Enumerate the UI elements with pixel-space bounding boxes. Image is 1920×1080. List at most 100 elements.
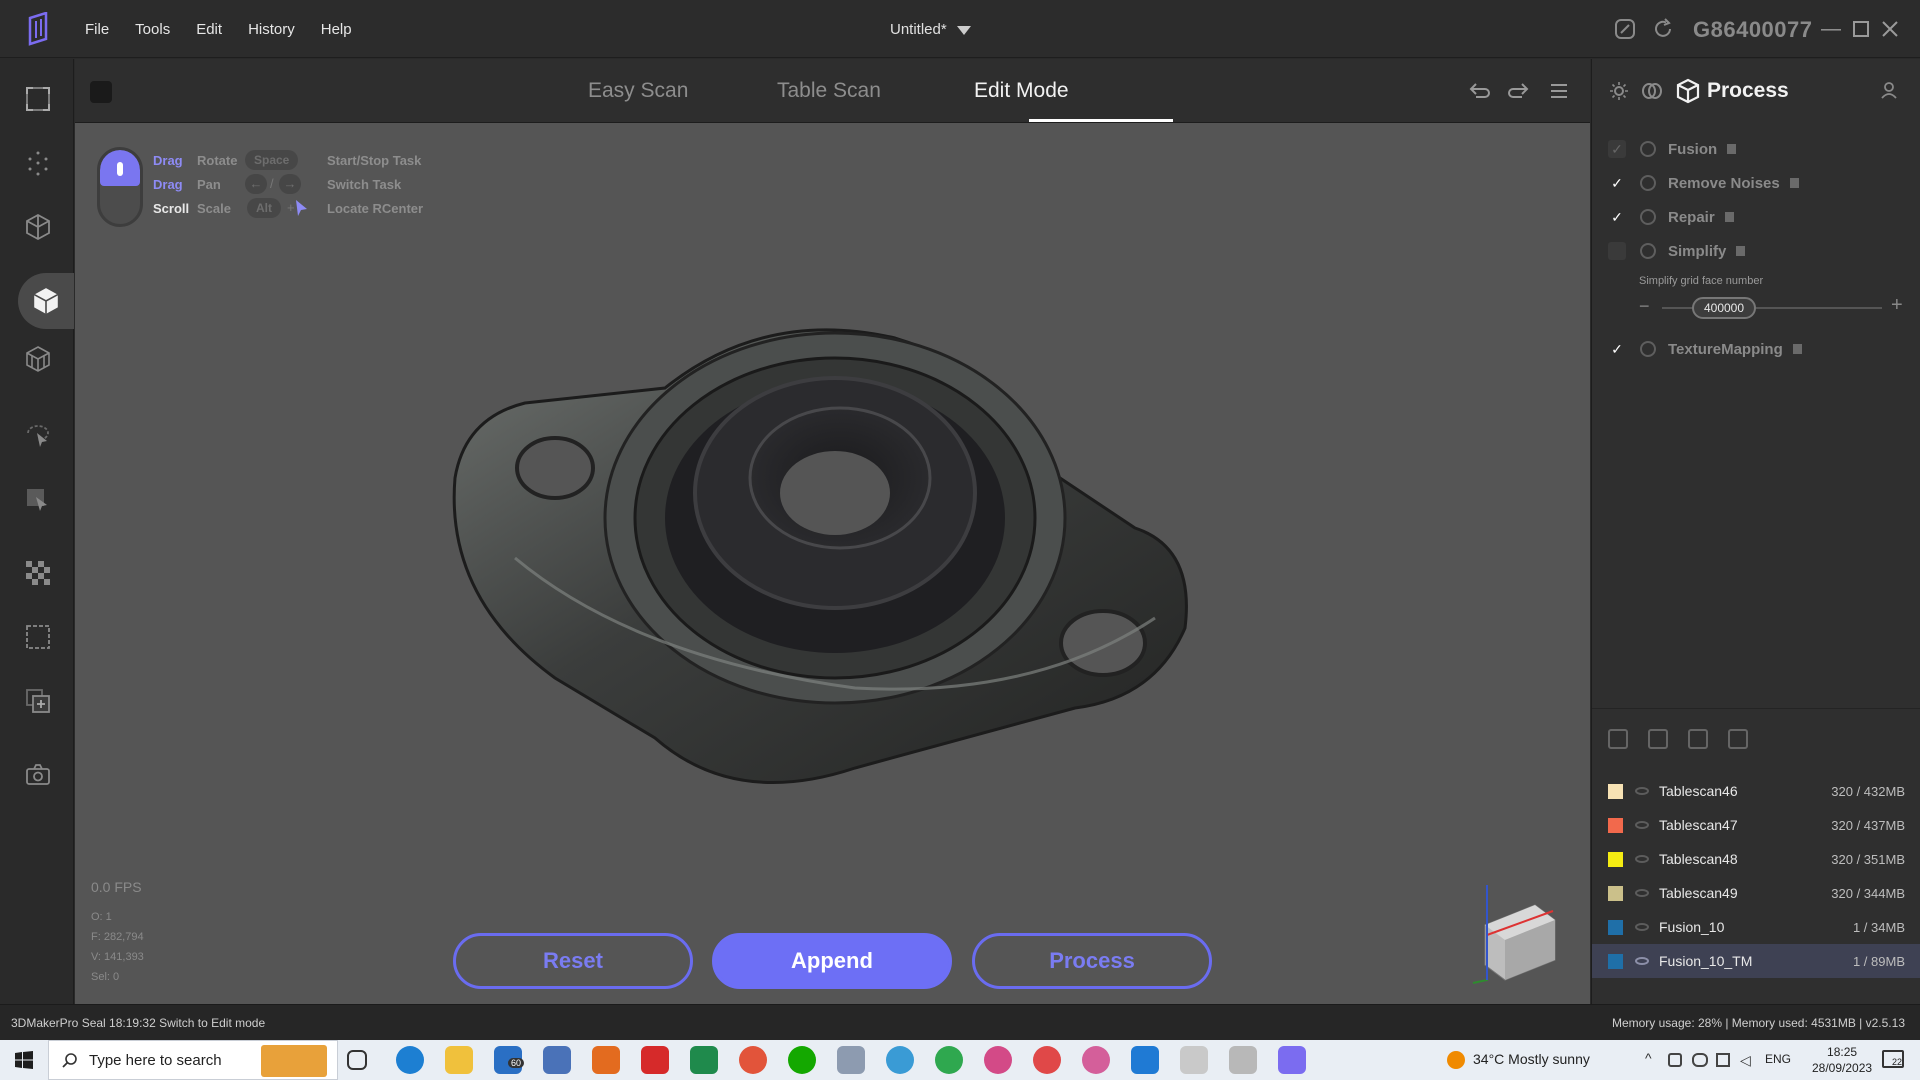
file-explorer-icon[interactable] — [445, 1046, 473, 1074]
mesh-view-button[interactable] — [18, 207, 58, 247]
user-settings-icon[interactable] — [1880, 80, 1902, 100]
option-simplify[interactable]: Simplify — [1608, 239, 1746, 263]
layer-color-swatch[interactable] — [1608, 851, 1623, 867]
menu-edit[interactable]: Edit — [183, 21, 235, 38]
layer-row[interactable]: Tablescan47 320 / 437MB — [1592, 808, 1920, 842]
solidworks-icon[interactable] — [641, 1046, 669, 1074]
menu-file[interactable]: File — [72, 21, 122, 38]
tray-chevron-icon[interactable]: ^ — [1645, 1050, 1652, 1066]
layers-icon[interactable] — [1641, 81, 1663, 101]
link-icon[interactable] — [90, 81, 112, 103]
layer-row[interactable]: Tablescan46 320 / 432MB — [1592, 774, 1920, 808]
office-app-icon[interactable] — [690, 1046, 718, 1074]
paint-icon[interactable] — [1131, 1046, 1159, 1074]
duplicate-icon[interactable] — [1688, 729, 1708, 749]
option-fusion[interactable]: ✓ Fusion — [1608, 137, 1737, 161]
chrome-profile-icon[interactable] — [935, 1046, 963, 1074]
mail-icon[interactable]: 60 — [494, 1046, 525, 1074]
language-indicator[interactable]: ENG — [1765, 1052, 1791, 1066]
layer-color-swatch[interactable] — [1608, 817, 1623, 833]
sun-icon[interactable] — [1609, 81, 1629, 101]
simplify-slider-thumb[interactable]: 400000 — [1692, 297, 1756, 319]
lasso-select-button[interactable] — [18, 415, 58, 455]
visibility-off-icon[interactable] — [1635, 923, 1649, 931]
add-layer-button[interactable] — [18, 681, 58, 721]
visibility-off-icon[interactable] — [1635, 821, 1649, 829]
tray-app-icon[interactable] — [1668, 1053, 1682, 1067]
menu-tools[interactable]: Tools — [122, 21, 183, 38]
upwork-icon[interactable] — [788, 1046, 816, 1074]
option-texture-mapping[interactable]: ✓ TextureMapping — [1608, 337, 1802, 361]
chrome-active-icon[interactable] — [739, 1046, 767, 1074]
chrome-profile-icon[interactable] — [984, 1046, 1012, 1074]
chevron-down-icon[interactable] — [957, 26, 971, 35]
bounding-box-button[interactable] — [18, 617, 58, 657]
matlab-icon[interactable] — [592, 1046, 620, 1074]
layer-color-swatch[interactable] — [1608, 783, 1623, 799]
3dmakerpro-icon[interactable] — [1278, 1046, 1306, 1074]
visibility-off-icon[interactable] — [1635, 855, 1649, 863]
visibility-off-icon[interactable] — [1635, 787, 1649, 795]
info-icon[interactable] — [1792, 344, 1802, 354]
redo-icon[interactable] — [1508, 80, 1530, 102]
device-link-icon[interactable] — [1614, 18, 1636, 40]
layer-row[interactable]: Tablescan48 320 / 351MB — [1592, 842, 1920, 876]
close-icon[interactable] — [1879, 18, 1901, 40]
scanned-model[interactable] — [435, 298, 1255, 798]
minus-icon[interactable]: − — [1639, 296, 1650, 317]
point-cloud-view-button[interactable] — [18, 143, 58, 183]
delete-icon[interactable] — [1728, 729, 1748, 749]
textured-view-button[interactable] — [18, 273, 74, 329]
visibility-on-icon[interactable] — [1635, 957, 1649, 965]
texture-mesh-view-button[interactable] — [18, 339, 58, 379]
clock[interactable]: 18:25 28/09/2023 — [1812, 1044, 1872, 1076]
layer-row[interactable]: Tablescan49 320 / 344MB — [1592, 876, 1920, 910]
visibility-off-icon[interactable] — [1635, 889, 1649, 897]
chrome-profile-icon[interactable] — [1033, 1046, 1061, 1074]
process-button[interactable]: Process — [972, 933, 1212, 989]
reset-button[interactable]: Reset — [453, 933, 693, 989]
network-app-icon[interactable] — [543, 1046, 571, 1074]
screenshot-button[interactable] — [18, 755, 58, 795]
layer-color-swatch[interactable] — [1608, 919, 1623, 935]
volume-icon[interactable]: ◁ — [1740, 1052, 1751, 1069]
export-icon[interactable] — [1648, 729, 1668, 749]
view-cube-icon[interactable] — [1465, 875, 1565, 985]
repair-checkbox[interactable]: ✓ — [1608, 208, 1626, 226]
3d-viewport[interactable]: Drag Rotate Drag Pan Scroll Scale Space … — [75, 123, 1590, 1004]
remove-noises-checkbox[interactable]: ✓ — [1608, 174, 1626, 192]
onedrive-icon[interactable] — [1692, 1053, 1708, 1067]
weather-icon[interactable] — [1447, 1051, 1465, 1069]
edge-browser-icon[interactable] — [396, 1046, 424, 1074]
texture-mapping-checkbox[interactable]: ✓ — [1608, 340, 1626, 358]
chrome-profile-icon[interactable] — [886, 1046, 914, 1074]
weather-text[interactable]: 34°C Mostly sunny — [1473, 1051, 1590, 1067]
minimize-icon[interactable]: — — [1820, 18, 1842, 40]
undo-icon[interactable] — [1468, 80, 1490, 102]
append-button[interactable]: Append — [712, 933, 952, 989]
layer-row-selected[interactable]: Fusion_10_TM 1 / 89MB — [1592, 944, 1920, 978]
refresh-icon[interactable] — [1652, 18, 1674, 40]
simplify-checkbox[interactable] — [1608, 242, 1626, 260]
plus-icon[interactable]: + — [1891, 294, 1903, 317]
network-icon[interactable] — [1716, 1053, 1730, 1067]
tab-easy-scan[interactable]: Easy Scan — [588, 79, 688, 103]
snipping-tool-icon[interactable] — [1180, 1046, 1208, 1074]
checker-button[interactable] — [18, 553, 58, 593]
start-button[interactable] — [0, 1040, 48, 1080]
task-view-icon[interactable] — [347, 1050, 367, 1070]
app-icon[interactable] — [1229, 1046, 1257, 1074]
tab-table-scan[interactable]: Table Scan — [777, 79, 881, 103]
notification-icon[interactable]: 22 — [1882, 1050, 1904, 1068]
import-icon[interactable] — [1608, 729, 1628, 749]
photos-icon[interactable] — [837, 1046, 865, 1074]
menu-help[interactable]: Help — [308, 21, 365, 38]
info-icon[interactable] — [1724, 212, 1734, 222]
maximize-icon[interactable] — [1850, 18, 1872, 40]
option-remove-noises[interactable]: ✓ Remove Noises — [1608, 171, 1799, 195]
chrome-profile-icon[interactable] — [1082, 1046, 1110, 1074]
info-icon[interactable] — [1789, 178, 1799, 188]
layer-color-swatch[interactable] — [1608, 885, 1623, 901]
menu-list-icon[interactable] — [1548, 80, 1570, 102]
layer-color-swatch[interactable] — [1608, 953, 1623, 969]
